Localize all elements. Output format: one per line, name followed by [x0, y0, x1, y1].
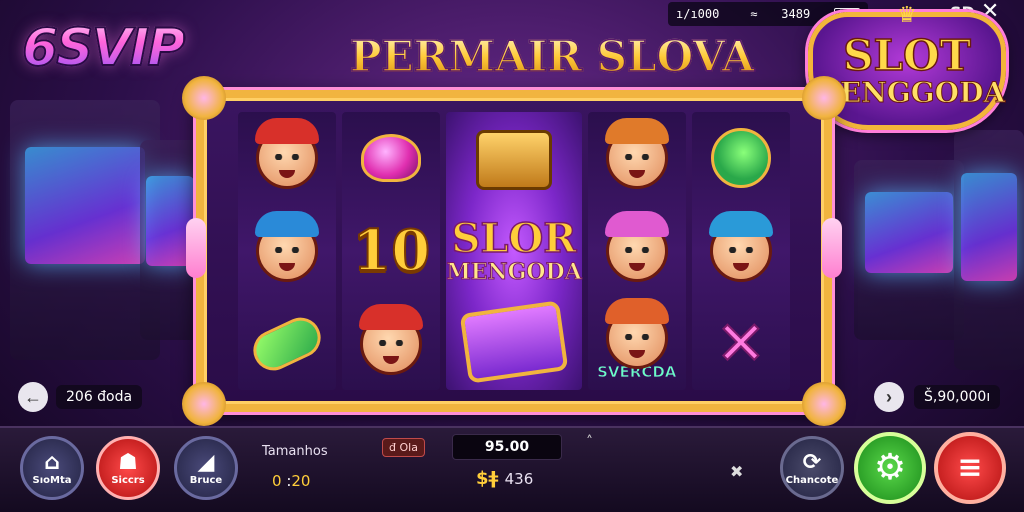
store-label: Siccrs	[111, 474, 145, 486]
badge-line1: SLOT	[842, 31, 971, 80]
chevron-up-icon[interactable]: ˄	[586, 434, 593, 450]
frame-ornament	[802, 76, 846, 120]
symbol-blue-hat-face	[249, 210, 325, 289]
center-subtitle: MENGODA	[446, 259, 582, 285]
reel-2: 10	[342, 112, 441, 390]
symbol-pink-gem	[353, 120, 429, 196]
crown-icon: ♛	[897, 3, 917, 28]
store-icon: ☗	[118, 449, 138, 475]
center-title: SLOR	[451, 215, 578, 262]
frame-ornament	[182, 76, 226, 120]
autoplay-icon[interactable]: ✖	[730, 462, 743, 481]
bottom-bar: ⌂ SıoMta ☗ Siccrs ◢ Bruce Tamanhos 0 :20…	[0, 426, 1024, 512]
reel-1	[238, 112, 337, 390]
symbol-pink-cross: ✕	[715, 308, 767, 380]
frame-ornament	[182, 382, 226, 426]
left-balance-label: 206 đoda	[56, 385, 143, 409]
bruce-icon: ◢	[197, 449, 215, 475]
reel-frame: 10 SLOR MENGODA SVERCDA ✕	[182, 76, 846, 426]
symbol-redhead-face: SVERCDA	[597, 297, 677, 382]
symbol-green-coin	[246, 306, 328, 382]
spin-gear-icon: ⚙	[873, 447, 907, 488]
nav-right: › Š,90,000ı	[874, 382, 1001, 412]
home-label: SıoMta	[32, 474, 72, 486]
symbol-green-torch	[703, 120, 779, 196]
bruce-label: Bruce	[189, 474, 223, 486]
frame-side-ornament	[186, 218, 206, 278]
symbol-gold-chest	[476, 122, 553, 198]
nav-left: ← 206 đoda	[18, 382, 143, 412]
status-signal: ı/ı000	[676, 7, 727, 21]
stop-icon: ≡	[957, 450, 983, 485]
arcade-cabinet-bg	[10, 100, 160, 360]
bet-size-label: Tamanhos	[262, 444, 328, 459]
arrow-right-icon[interactable]: ›	[874, 382, 904, 412]
symbol-ten: 10	[351, 217, 431, 285]
ola-tag: đ Ola	[382, 438, 425, 457]
credit-symbol: $ǂ	[476, 468, 499, 489]
reel-4: SVERCDA	[587, 112, 686, 390]
right-balance-label: Š,90,000ı	[914, 385, 1001, 409]
credit-display: $ǂ 436	[476, 468, 533, 489]
arcade-cabinet-bg	[954, 130, 1024, 370]
win-display: 95.00	[452, 434, 562, 460]
reel-5: ✕	[691, 112, 791, 390]
symbol-fox-face	[599, 118, 675, 196]
stop-button[interactable]: ≡	[934, 432, 1006, 504]
wifi-icon: ≈	[750, 7, 758, 21]
symbol-jester-face	[249, 118, 325, 196]
arcade-cabinet-bg	[854, 160, 964, 340]
spin-button[interactable]: ⚙	[854, 432, 926, 504]
reels: 10 SLOR MENGODA SVERCDA ✕	[238, 112, 791, 390]
center-wild-text: SLOR MENGODA	[446, 215, 582, 285]
game-title: PERMAIR SLOVA	[349, 31, 755, 82]
home-icon: ⌂	[44, 449, 60, 475]
frame-side-ornament	[822, 218, 842, 278]
home-button[interactable]: ⌂ SıoMta	[20, 436, 84, 500]
symbol-purple-chest	[459, 300, 569, 384]
credit-value: 436	[504, 470, 534, 488]
bruce-button[interactable]: ◢ Bruce	[174, 436, 238, 500]
chance-button[interactable]: ⟳ Chancote	[780, 436, 844, 500]
symbol-hooded-face	[703, 210, 779, 289]
chance-icon: ⟳	[802, 449, 822, 475]
frame-ornament	[802, 382, 846, 426]
chance-label: Chancote	[785, 474, 839, 486]
status-time: 3489	[781, 7, 811, 21]
store-button[interactable]: ☗ Siccrs	[96, 436, 160, 500]
arrow-left-icon[interactable]: ←	[18, 382, 48, 412]
symbol-red-hat-face	[353, 303, 429, 382]
bet-value[interactable]: 0 :20	[272, 472, 310, 490]
reel-3: SLOR MENGODA	[446, 112, 582, 390]
brand-logo: 6SVIP	[21, 17, 186, 79]
symbol-pink-hair-face	[599, 210, 675, 289]
